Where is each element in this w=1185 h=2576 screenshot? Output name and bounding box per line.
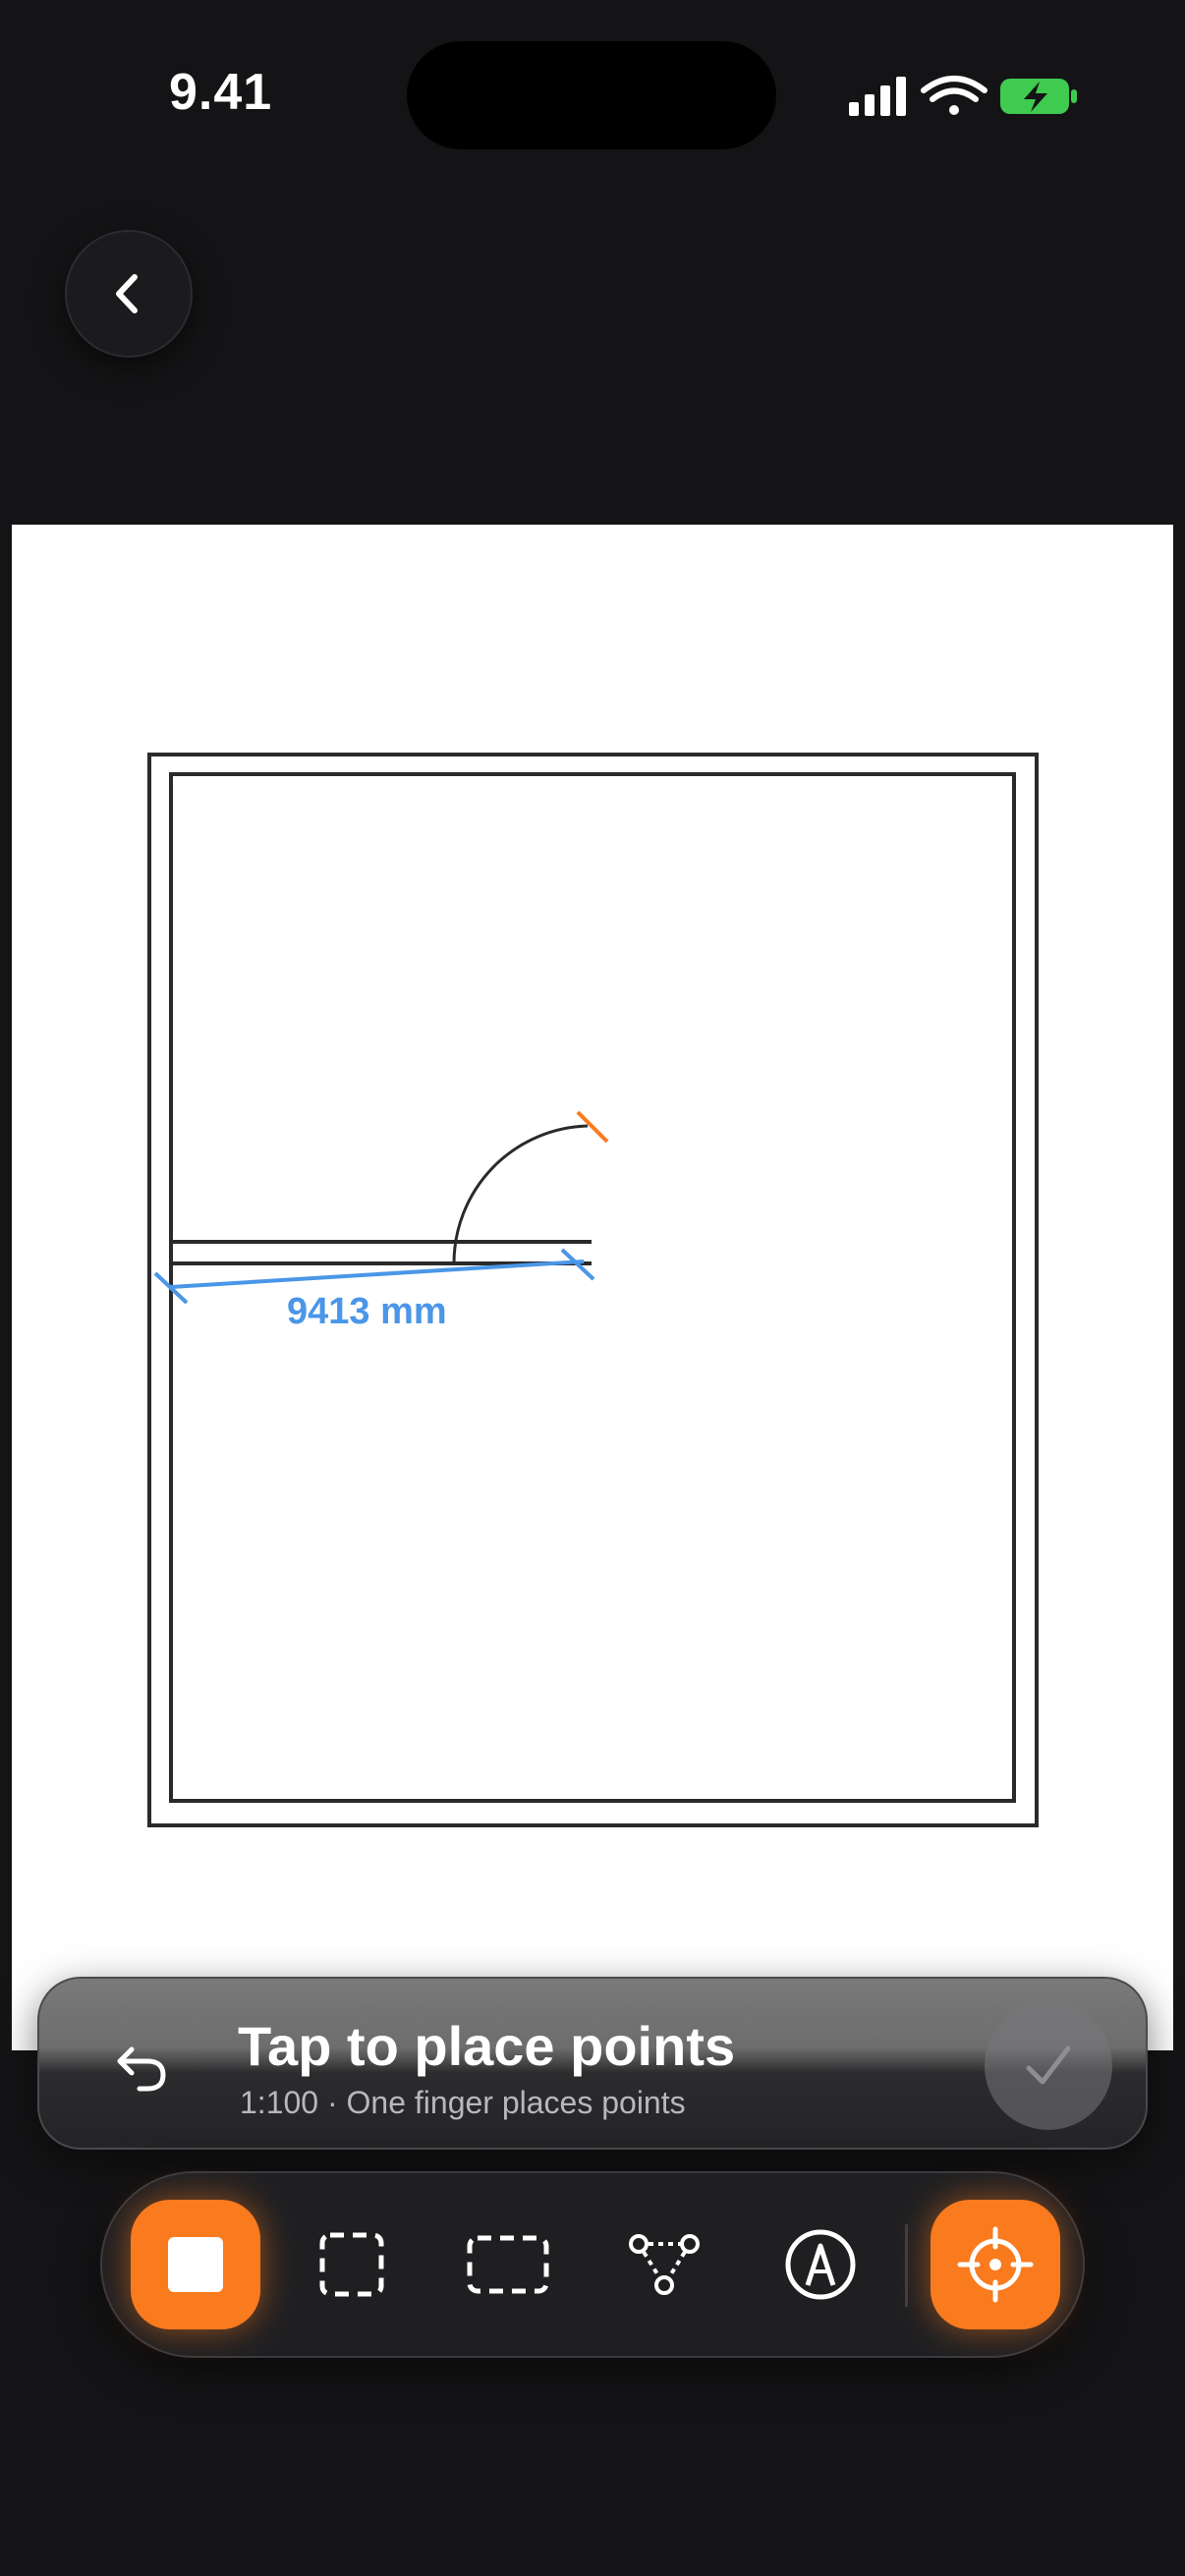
undo-arrow-icon (117, 2046, 166, 2092)
hint-subtitle: 1:100 · One finger places points (240, 2085, 686, 2120)
dashed-rectangle-icon (467, 2235, 549, 2294)
cellular-signal-icon (849, 77, 906, 116)
hint-panel: Tap to place points 1:100 · One finger p… (37, 1977, 1148, 2150)
undo-button[interactable] (102, 2028, 181, 2106)
checkmark-icon (1026, 2045, 1071, 2085)
tool-dashed-square[interactable] (287, 2200, 417, 2329)
filled-square-icon (168, 2237, 223, 2292)
confirm-button[interactable] (985, 2002, 1112, 2130)
polygon-nodes-icon (629, 2234, 700, 2295)
measurement-label: 9413 mm (287, 1291, 447, 1332)
outer-wall (147, 753, 1039, 1827)
tool-polygon-points[interactable] (599, 2200, 729, 2329)
pen-circle-icon (785, 2229, 856, 2300)
dashed-square-icon (319, 2232, 384, 2297)
crosshair-icon (957, 2226, 1034, 2303)
tool-snap-target[interactable] (931, 2200, 1060, 2329)
drawing-toolbar (100, 2171, 1085, 2358)
tool-annotate[interactable] (756, 2200, 885, 2329)
tool-dashed-rectangle[interactable] (443, 2200, 573, 2329)
dynamic-island (407, 41, 776, 149)
floor-plan-canvas[interactable]: 9413 mm (12, 525, 1173, 2050)
inner-wall (169, 772, 1016, 1803)
status-time: 9.41 (169, 64, 273, 121)
battery-charging-icon (1000, 79, 1077, 114)
status-icons (845, 69, 1081, 124)
back-button[interactable] (65, 230, 193, 358)
status-bar: 9.41 (0, 0, 1185, 196)
chevron-left-icon (116, 274, 138, 313)
hint-title: Tap to place points (238, 2015, 736, 2077)
home-indicator-area (0, 2517, 1185, 2576)
toolbar-divider (905, 2224, 908, 2307)
wifi-icon (921, 76, 988, 115)
tool-solid-rectangle[interactable] (131, 2200, 260, 2329)
